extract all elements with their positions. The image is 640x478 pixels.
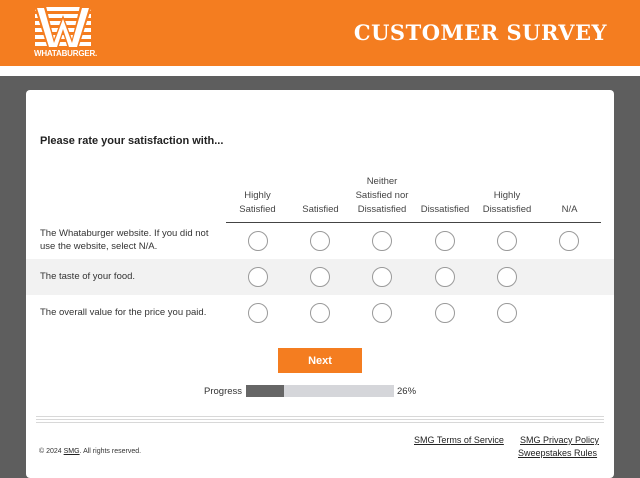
header-divider: [0, 66, 640, 76]
radio-website-neither[interactable]: [372, 231, 392, 251]
copyright-prefix: © 2024: [39, 448, 64, 455]
radio-website-highly-satisfied[interactable]: [248, 231, 268, 251]
column-header-highly-dissatisfied: Highly Dissatisfied: [482, 190, 532, 215]
page-title: CUSTOMER SURVEY: [353, 20, 607, 45]
radio-taste-highly-dissatisfied[interactable]: [497, 267, 517, 287]
copyright-text: © 2024 SMG. All rights reserved.: [39, 448, 141, 455]
footer-divider: [36, 416, 604, 417]
footer-divider: [36, 419, 604, 420]
question-heading: Please rate your satisfaction with...: [40, 135, 224, 147]
column-header-satisfied: Satisfied: [302, 204, 339, 215]
column-header-dissatisfied: Dissatisfied: [420, 204, 470, 215]
column-header-na: N/A: [561, 204, 578, 215]
radio-website-na[interactable]: [559, 231, 579, 251]
footer-divider: [36, 422, 604, 423]
radio-website-highly-dissatisfied[interactable]: [497, 231, 517, 251]
column-header-highly-satisfied: Highly Satisfied: [239, 190, 276, 215]
radio-taste-satisfied[interactable]: [310, 267, 330, 287]
column-header-neither: Neither Satisfied nor Dissatisfied: [355, 176, 409, 215]
radio-website-satisfied[interactable]: [310, 231, 330, 251]
row-label-value: The overall value for the price you paid…: [40, 307, 207, 318]
row-label-website: The Whataburger website. If you did not …: [40, 228, 209, 252]
brand-wordmark: WHATABURGER.: [34, 49, 98, 58]
progress-label: Progress: [204, 386, 243, 397]
terms-of-service-link[interactable]: SMG Terms of Service: [414, 435, 504, 445]
radio-value-dissatisfied[interactable]: [435, 303, 455, 323]
progress-percent: 26%: [397, 386, 417, 397]
radio-value-neither[interactable]: [372, 303, 392, 323]
radio-taste-dissatisfied[interactable]: [435, 267, 455, 287]
radio-taste-neither[interactable]: [372, 267, 392, 287]
next-button[interactable]: Next: [278, 348, 362, 373]
site-header: WHATABURGER. CUSTOMER SURVEY: [0, 0, 640, 66]
radio-taste-highly-satisfied[interactable]: [248, 267, 268, 287]
radio-value-satisfied[interactable]: [310, 303, 330, 323]
radio-value-highly-dissatisfied[interactable]: [497, 303, 517, 323]
smg-link[interactable]: SMG: [64, 448, 80, 455]
progress-bar-fill: [246, 385, 285, 397]
radio-value-highly-satisfied[interactable]: [248, 303, 268, 323]
sweepstakes-rules-link[interactable]: Sweepstakes Rules: [518, 448, 597, 458]
copyright-suffix: . All rights reserved.: [79, 448, 142, 455]
table-row: The overall value for the price you paid…: [26, 295, 614, 331]
privacy-policy-link[interactable]: SMG Privacy Policy: [520, 435, 599, 445]
progress-bar: [246, 385, 394, 397]
table-row: The Whataburger website. If you did not …: [26, 223, 614, 259]
radio-website-dissatisfied[interactable]: [435, 231, 455, 251]
row-label-taste: The taste of your food.: [40, 271, 136, 282]
survey-card: Please rate your satisfaction with... Hi…: [26, 90, 614, 478]
table-row: The taste of your food.: [26, 259, 614, 295]
